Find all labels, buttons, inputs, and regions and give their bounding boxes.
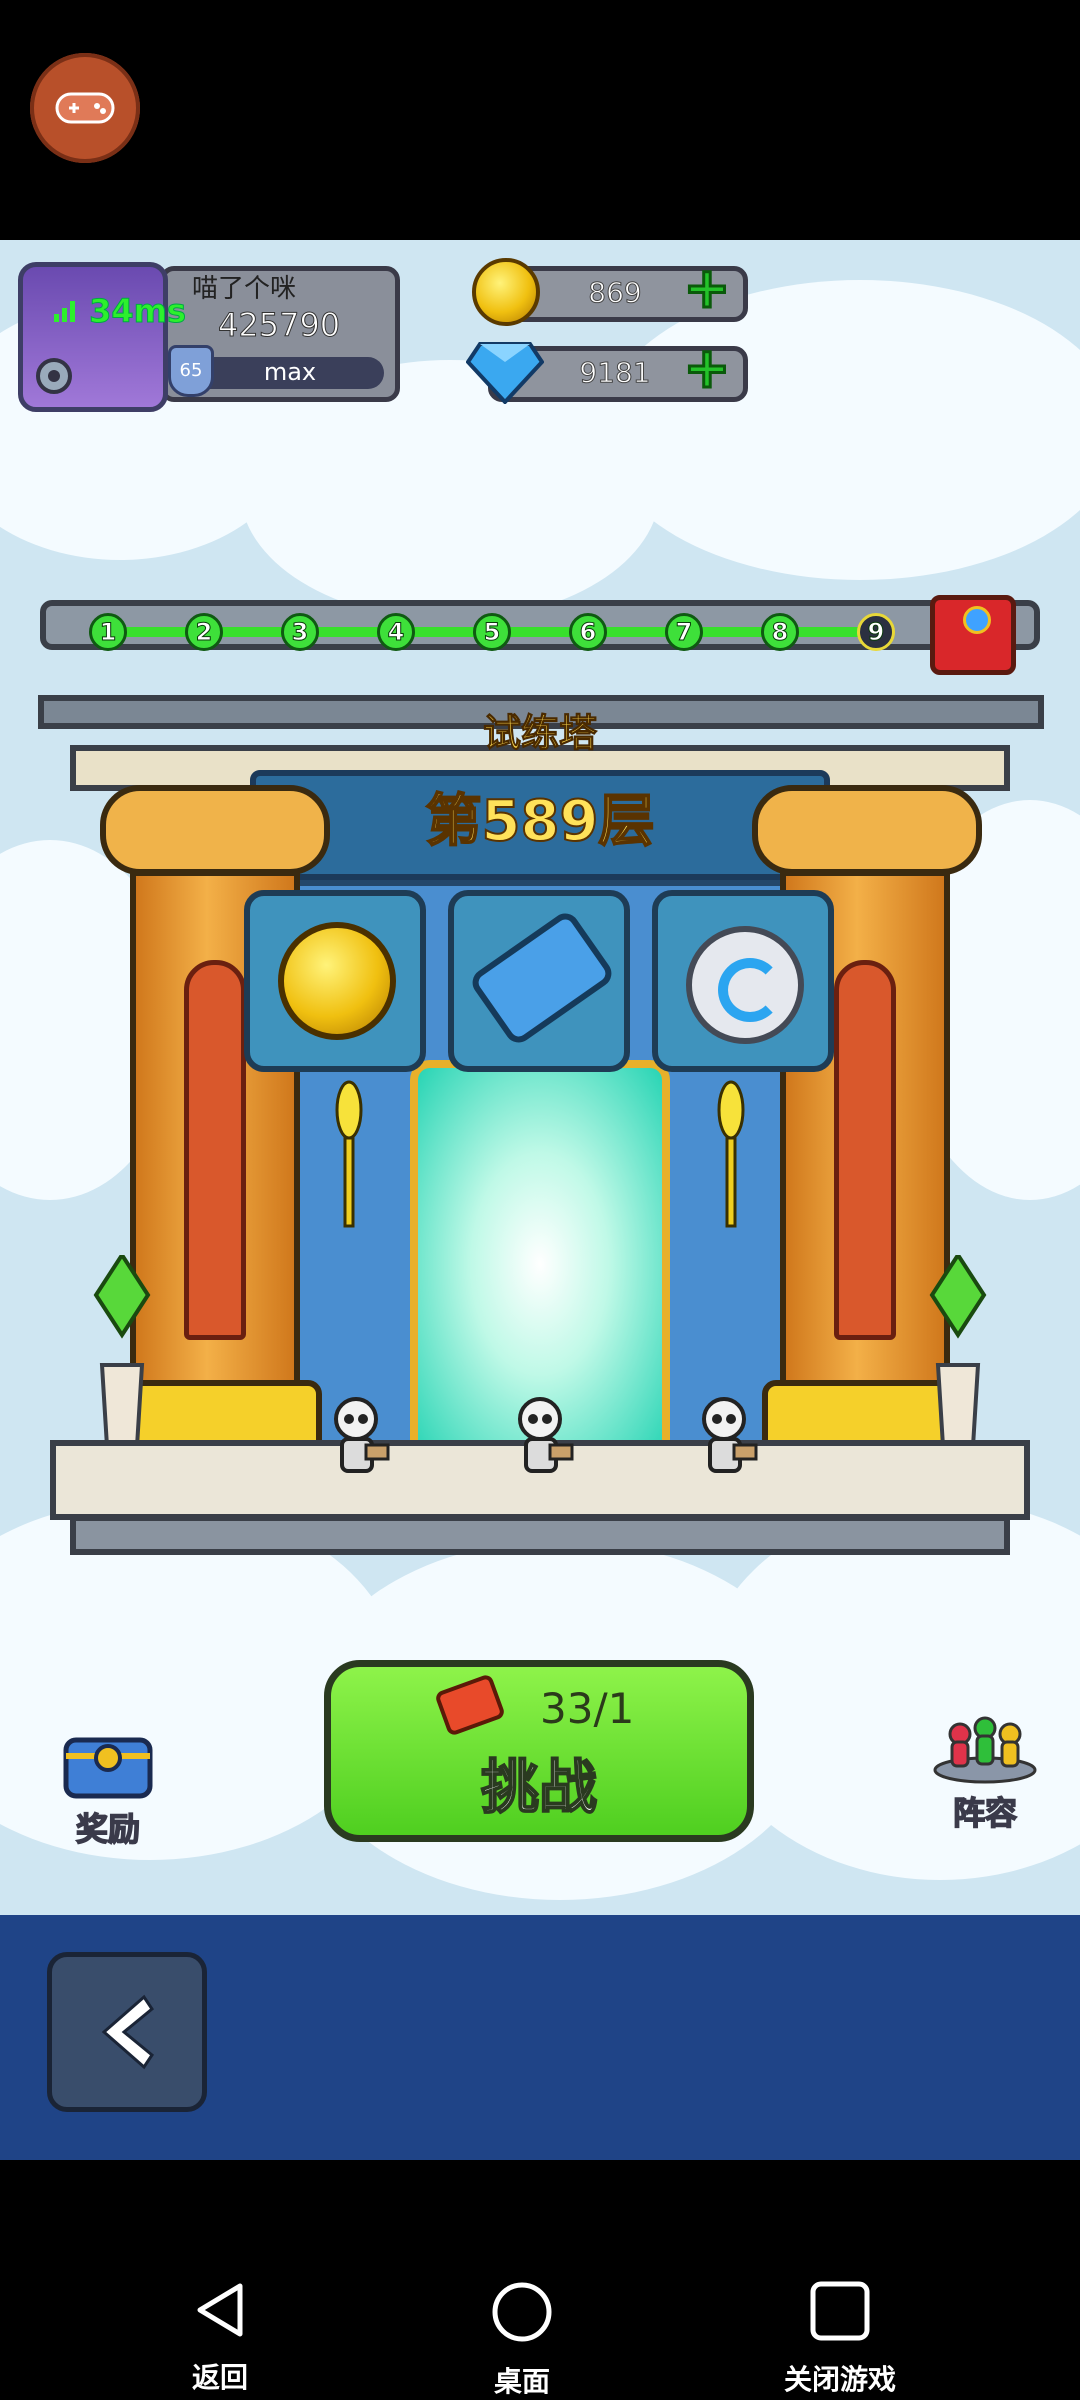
ticket-icon bbox=[467, 908, 617, 1048]
nav-home-button[interactable]: 桌面 bbox=[432, 2280, 612, 2400]
reward-label: 奖励 bbox=[75, 1809, 141, 1849]
triangle-back-icon bbox=[197, 2283, 243, 2337]
progress-node: 4 bbox=[377, 613, 415, 651]
skeleton-enemy bbox=[334, 1397, 390, 1473]
lineup-button[interactable]: 阵容 bbox=[930, 1712, 1040, 1833]
progress-node: 6 bbox=[569, 613, 607, 651]
level-badge: 65 bbox=[168, 345, 214, 397]
tower-floor-lower bbox=[70, 1515, 1010, 1555]
challenge-label: 挑战 bbox=[480, 1752, 598, 1822]
progress-node: 1 bbox=[89, 613, 127, 651]
player-power: 425790 bbox=[217, 306, 341, 345]
floor-number: 第589层 bbox=[425, 788, 656, 855]
reward-button[interactable]: 奖励 bbox=[58, 1720, 158, 1849]
progress-node: 7 bbox=[665, 613, 703, 651]
nav-back-button[interactable]: 返回 bbox=[130, 2280, 310, 2396]
progress-node: 5 bbox=[473, 613, 511, 651]
progress-node-current: 9 bbox=[857, 613, 895, 651]
gold-coin-icon bbox=[278, 922, 396, 1040]
torch-icon bbox=[717, 1080, 745, 1228]
player-name: 喵了个咪 bbox=[192, 274, 297, 304]
left-column-capital bbox=[100, 785, 330, 875]
back-button[interactable] bbox=[47, 1952, 207, 2112]
ping-readout: 34ms bbox=[52, 292, 187, 331]
torch-icon bbox=[335, 1080, 363, 1228]
diamond-icon bbox=[466, 342, 544, 404]
lineup-label: 阵容 bbox=[952, 1793, 1018, 1833]
nav-close-game-button[interactable]: 关闭游戏 bbox=[750, 2280, 930, 2398]
progress-node: 2 bbox=[185, 613, 223, 651]
add-coins-button[interactable]: + bbox=[680, 259, 734, 318]
swirl-stone-icon bbox=[686, 926, 804, 1044]
progress-node: 3 bbox=[281, 613, 319, 651]
treasure-chest-icon bbox=[63, 1737, 153, 1799]
right-column-capital bbox=[752, 785, 982, 875]
nav-back-label: 返回 bbox=[191, 2361, 248, 2394]
team-pieces-icon bbox=[933, 1716, 1037, 1784]
milestone-chest-icon[interactable] bbox=[930, 595, 1016, 675]
nav-close-game-label: 关闭游戏 bbox=[783, 2363, 896, 2396]
signal-icon bbox=[54, 301, 75, 322]
settings-gear-icon[interactable] bbox=[33, 355, 75, 397]
tower-name: 试练塔 bbox=[482, 711, 597, 756]
floating-gamepad-button[interactable] bbox=[30, 53, 140, 163]
gamepad-icon bbox=[55, 92, 115, 124]
top-status-bar bbox=[0, 0, 1080, 240]
right-column-inset bbox=[834, 960, 896, 1340]
nav-home-label: 桌面 bbox=[493, 2365, 550, 2398]
ping-value: 34ms bbox=[89, 292, 187, 331]
challenge-ticket-count: 33/1 bbox=[540, 1684, 635, 1733]
left-column-inset bbox=[184, 960, 246, 1340]
square-recents-icon bbox=[810, 2281, 870, 2341]
reward-slot-ticket[interactable] bbox=[448, 890, 630, 1072]
reward-slot-coin[interactable] bbox=[244, 890, 426, 1072]
player-avatar[interactable] bbox=[18, 262, 168, 412]
progress-node: 8 bbox=[761, 613, 799, 651]
skeleton-enemy bbox=[518, 1397, 574, 1473]
coin-icon bbox=[472, 258, 540, 326]
chevron-left-icon bbox=[101, 1994, 155, 2070]
skeleton-enemy bbox=[702, 1397, 758, 1473]
add-gems-button[interactable]: + bbox=[680, 339, 734, 398]
reward-slot-swirl[interactable] bbox=[652, 890, 834, 1072]
circle-home-icon bbox=[492, 2282, 552, 2342]
